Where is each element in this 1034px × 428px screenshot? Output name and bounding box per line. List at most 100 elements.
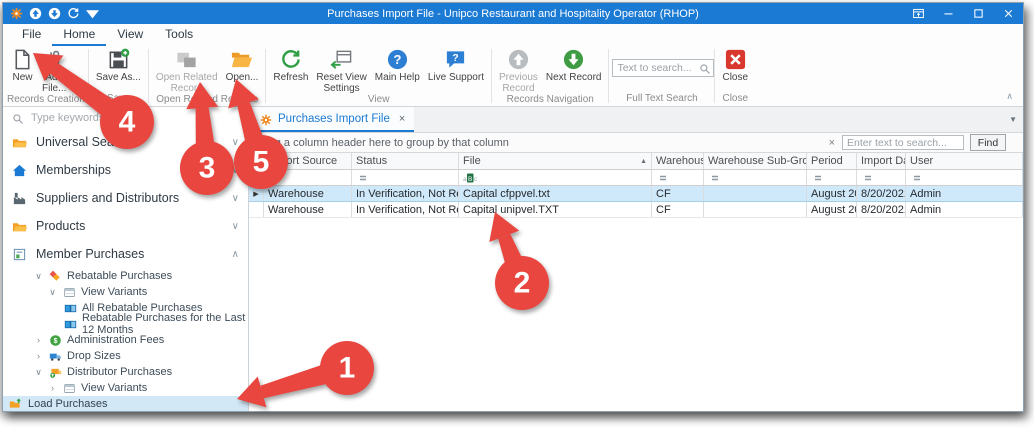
- ribbon-tab-file[interactable]: File: [11, 24, 52, 46]
- maximize-icon: [972, 7, 985, 20]
- chevron-down-icon[interactable]: ∨: [232, 221, 239, 232]
- ribbon-tab-view[interactable]: View: [106, 24, 154, 46]
- find-input[interactable]: [842, 135, 964, 150]
- column-header-period[interactable]: Period: [807, 153, 857, 169]
- chevron-down-icon[interactable]: ∨: [232, 165, 239, 176]
- minimize-button[interactable]: [933, 3, 963, 24]
- ribbon-group-label: Records Creation: [7, 94, 85, 105]
- expander-expanded-icon[interactable]: ∨: [33, 367, 44, 378]
- ribbon-group-label: Close: [722, 93, 749, 104]
- previous-record-button[interactable]: Previous Record: [495, 46, 542, 94]
- next-record-circle-icon[interactable]: [48, 7, 61, 20]
- chevron-down-icon[interactable]: ∨: [232, 193, 239, 204]
- expander-collapsed-icon[interactable]: ›: [33, 335, 44, 345]
- tree-item-rebatable-purchases[interactable]: ∨ Rebatable Purchases: [3, 268, 248, 284]
- previous-record-circle-icon[interactable]: [29, 7, 42, 20]
- sidebar-search[interactable]: Type keywords here: [3, 107, 248, 128]
- column-header-import-date[interactable]: Import Date: [857, 153, 906, 169]
- content-area: Type keywords here Universal Search ∨ Memb…: [3, 107, 1023, 411]
- tree-item-view-variants[interactable]: › View Variants: [3, 380, 248, 396]
- close-button[interactable]: Close: [718, 46, 752, 83]
- cell-warehouse-sub-group: [704, 202, 807, 217]
- reset-view-settings-button[interactable]: Reset View Settings: [312, 46, 370, 94]
- tree-item-label: Distributor Purchases: [67, 366, 173, 379]
- caret-down-icon[interactable]: [86, 7, 99, 20]
- column-header-label: Import Source: [268, 155, 338, 167]
- next-record-button[interactable]: Next Record: [542, 46, 606, 83]
- tab-list-chevron-icon[interactable]: ▼: [1009, 115, 1017, 124]
- filter-cell-warehouse-sub-group[interactable]: [704, 170, 807, 185]
- cell-warehouse-sub-group: [704, 186, 807, 201]
- expander-expanded-icon[interactable]: ∨: [47, 287, 58, 298]
- sidebar-item-load-purchases[interactable]: Load Purchases: [3, 396, 248, 411]
- expander-collapsed-icon[interactable]: ›: [47, 383, 58, 393]
- expander-expanded-icon[interactable]: ∨: [33, 271, 44, 282]
- minimize-icon: [942, 7, 955, 20]
- column-header-status[interactable]: Status: [352, 153, 459, 169]
- group-by-panel[interactable]: Drag a column header here to group by th…: [257, 137, 829, 149]
- sidebar-item-memberships[interactable]: Memberships ∨: [3, 156, 248, 184]
- filter-cell-period[interactable]: [807, 170, 857, 185]
- group-separator: [87, 49, 89, 103]
- row-indicator-cell: [249, 202, 264, 217]
- main-help-icon: ?: [386, 48, 409, 71]
- ribbon-display-options-button[interactable]: [903, 3, 933, 24]
- tree-item-rebatable-purchases-for-the-last-12-months[interactable]: Rebatable Purchases for the Last 12 Mont…: [3, 312, 248, 336]
- find-button[interactable]: Find: [970, 134, 1006, 151]
- tree-item-label: Rebatable Purchases: [67, 270, 173, 283]
- refresh-button[interactable]: Refresh: [269, 46, 312, 83]
- sidebar-item-member-purchases[interactable]: Member Purchases ∧: [3, 240, 248, 268]
- drop-sizes-icon: [49, 350, 62, 363]
- find-clear-icon[interactable]: ×: [829, 137, 835, 149]
- column-header-file[interactable]: File ▲: [459, 153, 652, 169]
- group-separator: [265, 49, 267, 103]
- tab-label: Purchases Import File: [278, 112, 390, 125]
- live-support-button[interactable]: ? Live Support: [424, 46, 488, 83]
- tree-item-drop-sizes[interactable]: › Drop Sizes: [3, 348, 248, 364]
- column-header-user[interactable]: User: [906, 153, 1023, 169]
- filter-cell-import-date[interactable]: [857, 170, 906, 185]
- filter-cell-file[interactable]: aBc: [459, 170, 652, 185]
- new-button[interactable]: New: [7, 46, 38, 83]
- ribbon-tab-home[interactable]: Home: [52, 24, 107, 46]
- open-related-record-button[interactable]: Open Related Record: [152, 46, 222, 94]
- refresh-icon[interactable]: [67, 7, 80, 20]
- filter-cell-user[interactable]: [906, 170, 1023, 185]
- sidebar-item-universal-search[interactable]: Universal Search ∨: [3, 128, 248, 156]
- save-as-button[interactable]: Save As...: [92, 46, 145, 83]
- column-header-warehouse-sub-group[interactable]: Warehouse Sub-Group: [704, 153, 807, 169]
- main-help-button[interactable]: ? Main Help: [371, 46, 424, 83]
- op-equals-icon: [268, 172, 282, 183]
- chevron-down-icon[interactable]: ∨: [232, 137, 239, 148]
- column-header-warehouse[interactable]: Warehouse: [652, 153, 704, 169]
- ribbon-collapse-icon[interactable]: ∧: [1006, 91, 1013, 102]
- tab-purchases-import-file[interactable]: Purchases Import File ×: [251, 107, 415, 132]
- sidebar-search-placeholder: Type keywords here: [31, 111, 130, 124]
- cell-import-source: Warehouse: [264, 186, 352, 201]
- op-equals-icon: [356, 172, 370, 183]
- filter-cell-status[interactable]: [352, 170, 459, 185]
- filter-cell-warehouse[interactable]: [652, 170, 704, 185]
- op-equals-icon: [861, 172, 875, 183]
- maximize-button[interactable]: [963, 3, 993, 24]
- op-equals-icon: [910, 172, 924, 183]
- tree-item-view-variants[interactable]: ∨ View Variants: [3, 284, 248, 300]
- sidebar-item-products[interactable]: Products ∨: [3, 212, 248, 240]
- column-header-import-source[interactable]: Import Source: [264, 153, 352, 169]
- expander-collapsed-icon[interactable]: ›: [33, 351, 44, 361]
- filter-cell-import-source[interactable]: [264, 170, 352, 185]
- tab-close-icon[interactable]: ×: [399, 113, 405, 125]
- chevron-up-icon[interactable]: ∧: [232, 249, 239, 260]
- add-file-button[interactable]: Add File...: [38, 46, 70, 94]
- button-label: Main Help: [374, 72, 420, 83]
- cell-file: Capital cfppvel.txt: [459, 186, 652, 201]
- sidebar-item-suppliers-and-distributors[interactable]: Suppliers and Distributors ∨: [3, 184, 248, 212]
- open-button[interactable]: Open...: [222, 46, 263, 83]
- svg-text:?: ?: [453, 52, 459, 64]
- ribbon-tab-tools[interactable]: Tools: [154, 24, 204, 46]
- button-label: Next Record: [545, 72, 602, 83]
- table-row[interactable]: WarehouseIn Verification, Not Ready F...…: [249, 202, 1023, 218]
- table-row[interactable]: ▶WarehouseIn Verification, Not Ready F..…: [249, 186, 1023, 202]
- close-button[interactable]: [993, 3, 1023, 24]
- tree-item-distributor-purchases[interactable]: ∨ Distributor Purchases: [3, 364, 248, 380]
